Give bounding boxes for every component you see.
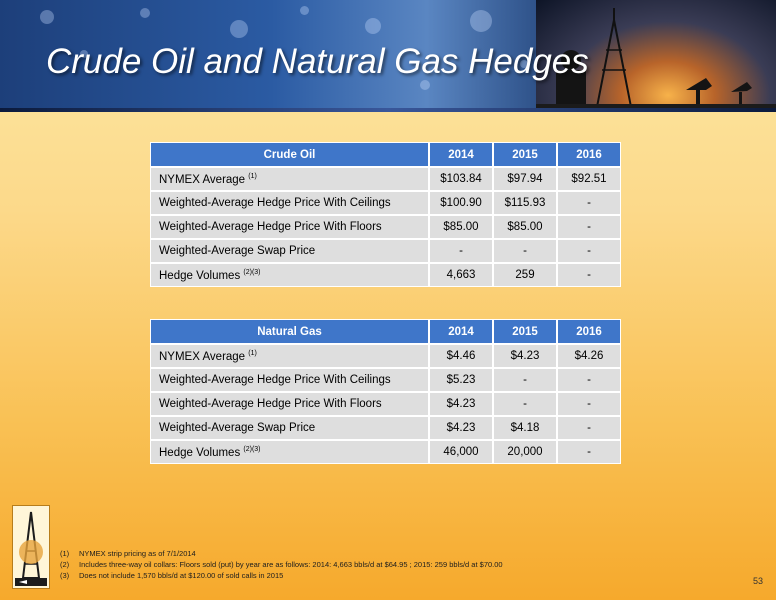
cell-2016: -: [557, 368, 621, 392]
row-label: Weighted-Average Hedge Price With Floors: [150, 215, 429, 239]
footnote-ref: (2)(3): [243, 268, 261, 276]
column-header: Natural Gas: [150, 319, 429, 344]
cell-2014: $85.00: [429, 215, 493, 239]
column-header: 2016: [557, 319, 621, 344]
cell-2016: -: [557, 392, 621, 416]
table-row: Weighted-Average Hedge Price With Floors…: [150, 215, 621, 239]
crude-oil-table: Crude Oil 2014 2015 2016 NYMEX Average (…: [150, 142, 621, 287]
cell-2016: -: [557, 191, 621, 215]
table-header-row: Natural Gas 2014 2015 2016: [150, 319, 621, 344]
cell-2015: $4.18: [493, 416, 557, 440]
column-header: 2015: [493, 142, 557, 167]
natural-gas-table: Natural Gas 2014 2015 2016 NYMEX Average…: [150, 319, 621, 464]
cell-2014: $103.84: [429, 167, 493, 191]
cell-2016: $92.51: [557, 167, 621, 191]
footnote-ref: (1): [248, 349, 257, 357]
table-row: Weighted-Average Hedge Price With Ceilin…: [150, 368, 621, 392]
cell-2014: $5.23: [429, 368, 493, 392]
cell-2014: $4.46: [429, 344, 493, 368]
table-header-row: Crude Oil 2014 2015 2016: [150, 142, 621, 167]
cell-2014: 4,663: [429, 263, 493, 287]
column-header: 2014: [429, 319, 493, 344]
cell-2015: $115.93: [493, 191, 557, 215]
row-label: NYMEX Average (1): [150, 344, 429, 368]
table-row: Weighted-Average Swap Price $4.23 $4.18 …: [150, 416, 621, 440]
cell-2016: -: [557, 416, 621, 440]
row-label: Hedge Volumes (2)(3): [150, 263, 429, 287]
row-label: Weighted-Average Hedge Price With Floors: [150, 392, 429, 416]
column-header: Crude Oil: [150, 142, 429, 167]
row-label: Weighted-Average Swap Price: [150, 416, 429, 440]
cell-2015: $4.23: [493, 344, 557, 368]
row-label: Weighted-Average Swap Price: [150, 239, 429, 263]
column-header: 2014: [429, 142, 493, 167]
row-label: NYMEX Average (1): [150, 167, 429, 191]
cell-2015: $85.00: [493, 215, 557, 239]
row-label: Hedge Volumes (2)(3): [150, 440, 429, 464]
column-header: 2016: [557, 142, 621, 167]
table-row: Weighted-Average Hedge Price With Ceilin…: [150, 191, 621, 215]
cell-2015: 259: [493, 263, 557, 287]
table-row: Weighted-Average Hedge Price With Floors…: [150, 392, 621, 416]
footnote-item: (1) NYMEX strip pricing as of 7/1/2014: [60, 549, 196, 558]
table-row: NYMEX Average (1) $103.84 $97.94 $92.51: [150, 167, 621, 191]
cell-2016: -: [557, 263, 621, 287]
footnote-ref: (2)(3): [243, 445, 261, 453]
cell-2016: -: [557, 440, 621, 464]
footnote-ref: (1): [248, 172, 257, 180]
cell-2014: 46,000: [429, 440, 493, 464]
row-label: Weighted-Average Hedge Price With Ceilin…: [150, 191, 429, 215]
row-label: Weighted-Average Hedge Price With Ceilin…: [150, 368, 429, 392]
cell-2014: -: [429, 239, 493, 263]
footnote-item: (2) Includes three-way oil collars: Floor…: [60, 560, 503, 569]
company-logo: [12, 505, 50, 589]
page-title: Crude Oil and Natural Gas Hedges: [46, 42, 589, 81]
table-row: Hedge Volumes (2)(3) 4,663 259 -: [150, 263, 621, 287]
cell-2015: $97.94: [493, 167, 557, 191]
cell-2015: -: [493, 392, 557, 416]
table-row: Weighted-Average Swap Price - - -: [150, 239, 621, 263]
cell-2014: $100.90: [429, 191, 493, 215]
table-row: NYMEX Average (1) $4.46 $4.23 $4.26: [150, 344, 621, 368]
cell-2015: -: [493, 239, 557, 263]
table-row: Hedge Volumes (2)(3) 46,000 20,000 -: [150, 440, 621, 464]
cell-2015: 20,000: [493, 440, 557, 464]
cell-2016: -: [557, 215, 621, 239]
header-banner: Crude Oil and Natural Gas Hedges: [0, 0, 776, 112]
column-header: 2015: [493, 319, 557, 344]
cell-2014: $4.23: [429, 416, 493, 440]
banner-divider: [0, 108, 776, 112]
cell-2014: $4.23: [429, 392, 493, 416]
footnote-item: (3) Does not include 1,570 bbls/d at $120…: [60, 571, 284, 580]
footnotes: (1) NYMEX strip pricing as of 7/1/2014 (2…: [60, 548, 503, 581]
page-number: 53: [752, 576, 763, 586]
cell-2016: $4.26: [557, 344, 621, 368]
cell-2016: -: [557, 239, 621, 263]
cell-2015: -: [493, 368, 557, 392]
derrick-logo-icon: [15, 511, 47, 586]
